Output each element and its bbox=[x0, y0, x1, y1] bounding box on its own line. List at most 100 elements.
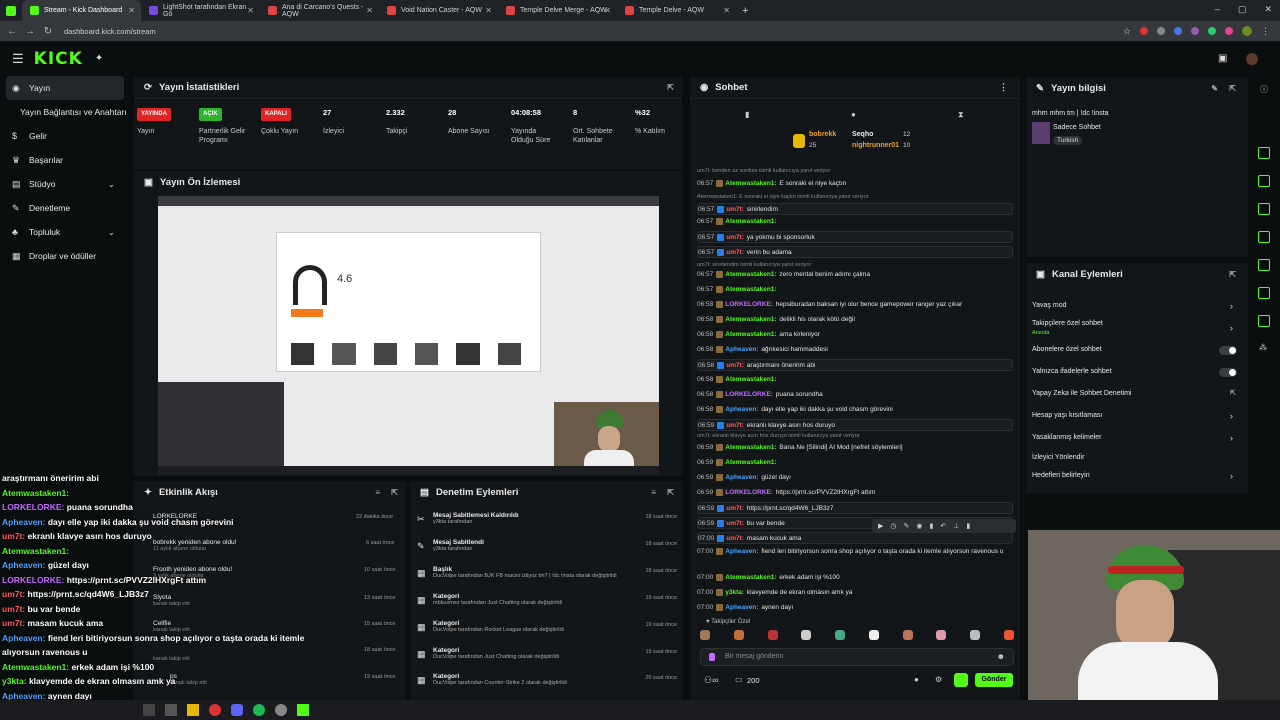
chevron-right-icon[interactable]: › bbox=[1230, 433, 1233, 443]
message-username[interactable]: Apheaven: bbox=[725, 474, 758, 481]
chat-menu-icon[interactable]: ⋮ bbox=[999, 82, 1008, 93]
message-username[interactable]: um7t: bbox=[726, 505, 744, 512]
chat-message[interactable]: 06:59 Atemwastaken1: bbox=[697, 457, 778, 469]
emote-icon[interactable] bbox=[868, 630, 879, 640]
emoji-icon[interactable]: ☻ bbox=[997, 652, 1005, 661]
extension-icon[interactable] bbox=[1191, 27, 1199, 35]
message-username[interactable]: um7t: bbox=[726, 520, 744, 527]
rail-button[interactable] bbox=[1258, 147, 1270, 159]
edit-icon[interactable]: ✎ bbox=[1211, 84, 1218, 93]
play-icon[interactable]: ▶ bbox=[878, 522, 883, 530]
chat-message[interactable]: 06:57 Atemwastaken1: bbox=[697, 284, 778, 296]
extension-icon[interactable] bbox=[1225, 27, 1233, 35]
set-goals-option[interactable]: Hedefleri belirleyin bbox=[1032, 472, 1090, 479]
studio-switch-icon[interactable]: ▣ bbox=[1218, 53, 1227, 64]
close-icon[interactable]: ✕ bbox=[604, 6, 611, 15]
chat-bubble-icon[interactable]: ● bbox=[851, 110, 856, 119]
chevron-right-icon[interactable]: › bbox=[1230, 471, 1233, 481]
popout-icon[interactable]: ⇱ bbox=[1229, 270, 1236, 279]
pin-icon[interactable]: ✦ bbox=[95, 53, 103, 64]
chat-message[interactable]: 06:58 Apheaven: dayı elle yap iki dakka ş… bbox=[697, 404, 893, 416]
extension-icon[interactable] bbox=[1208, 27, 1216, 35]
pin-message-icon[interactable]: ⊥ bbox=[953, 522, 959, 530]
emote-icon[interactable] bbox=[1003, 630, 1014, 640]
undo-icon[interactable]: ↶ bbox=[940, 522, 946, 530]
emote-icon[interactable] bbox=[733, 630, 744, 640]
account-age-option[interactable]: Hesap yaşı kısıtlaması bbox=[1032, 412, 1102, 419]
chevron-right-icon[interactable]: › bbox=[1230, 323, 1233, 333]
message-username[interactable]: Atemwastaken1: bbox=[725, 376, 776, 383]
sidebar-item-gelir[interactable]: $ Gelir bbox=[0, 124, 130, 148]
chat-message[interactable]: 07:00 Apheaven: aynen dayı bbox=[697, 602, 793, 614]
bookmark-star-icon[interactable]: ☆ bbox=[1123, 26, 1131, 37]
message-username[interactable]: um7t: bbox=[726, 206, 744, 213]
message-username[interactable]: Atemwastaken1: bbox=[725, 180, 776, 187]
popout-icon[interactable]: ⇱ bbox=[391, 488, 398, 497]
rail-button[interactable] bbox=[1258, 231, 1270, 243]
browser-tab-aqw-void[interactable]: Void Nation Caster - AQW ✕ bbox=[379, 0, 498, 21]
chat-message[interactable]: 06:59 Apheaven: güzel dayı bbox=[697, 472, 791, 484]
settings-gear-icon[interactable]: ⚙ bbox=[935, 675, 942, 684]
chat-message[interactable]: 07:00 Apheaven: fiend leri bitiriyorsun s… bbox=[697, 547, 1013, 569]
chevron-right-icon[interactable]: › bbox=[1230, 411, 1233, 421]
sidebar-item-basarilar[interactable]: ♛ Başarılar bbox=[0, 148, 130, 172]
new-tab-button[interactable]: + bbox=[742, 5, 748, 17]
browser-tab-lightshot[interactable]: LightShot tarafından Ekran Gö ✕ bbox=[141, 0, 260, 21]
browser-menu-icon[interactable]: ⋮ bbox=[1261, 26, 1270, 37]
rail-button[interactable] bbox=[1258, 203, 1270, 215]
chat-message[interactable]: 06:59 um7t: ekranlı klavye asırı hos duru… bbox=[697, 419, 1013, 431]
back-arrow-icon[interactable]: ← bbox=[6, 26, 18, 37]
chat-reply-context[interactable]: um7t: ekranlı klavye asırı hos duruyo is… bbox=[697, 432, 860, 440]
chevron-right-icon[interactable]: › bbox=[1230, 301, 1233, 311]
node-icon[interactable]: ⁂ bbox=[1259, 343, 1267, 352]
ai-moderation-option[interactable]: Yapay Zeka ile Sohbet Denetimi bbox=[1032, 390, 1131, 397]
chat-message[interactable]: 06:57 Atemwastaken1: bbox=[697, 216, 778, 228]
chat-message[interactable]: 06:58 LORKELORKE: puana sorundha bbox=[697, 389, 823, 401]
message-username[interactable]: um7t: bbox=[726, 535, 744, 542]
emote-icon[interactable] bbox=[902, 630, 913, 640]
close-icon[interactable]: ✕ bbox=[485, 6, 492, 15]
trash-icon[interactable]: ▮ bbox=[929, 522, 933, 530]
chat-reply-context[interactable]: um7t: benden az vurduin isimli kullanıcı… bbox=[697, 167, 830, 175]
chat-bubble-icon[interactable]: ● bbox=[914, 675, 919, 684]
message-username[interactable]: Atemwastaken1: bbox=[725, 574, 776, 581]
kick-app-icon[interactable] bbox=[297, 704, 309, 716]
popout-icon[interactable]: ⇱ bbox=[1229, 84, 1236, 93]
reply-icon[interactable]: ◉ bbox=[916, 522, 922, 530]
message-username[interactable]: Atemwastaken1: bbox=[725, 271, 776, 278]
chat-input-box[interactable]: Bir mesaj gönderin ☻ bbox=[700, 648, 1014, 666]
chat-message[interactable]: 06:57 Atemwastaken1: zero mental benim ad… bbox=[697, 269, 870, 281]
close-window-button[interactable]: ✕ bbox=[1264, 4, 1272, 15]
message-username[interactable]: Apheaven: bbox=[725, 346, 758, 353]
filter-icon[interactable]: ≡ bbox=[375, 488, 380, 497]
chat-message[interactable]: 06:58 Apheaven: ağrıkesici hammaddesi bbox=[697, 344, 828, 356]
chat-message[interactable]: 07:00 um7t: masam kucuk ama bbox=[697, 532, 1013, 544]
discord-icon[interactable] bbox=[231, 704, 243, 716]
hamburger-menu-icon[interactable]: ☰ bbox=[12, 51, 24, 67]
message-username[interactable]: Atemwastaken1: bbox=[725, 459, 776, 466]
chat-message[interactable]: 06:57 um7t: verin bu adama bbox=[697, 246, 1013, 258]
pin-icon[interactable]: ✎ bbox=[904, 522, 910, 530]
message-username[interactable]: um7t: bbox=[726, 234, 744, 241]
chat-reply-context[interactable]: Atemwastaken1: E sonraki ei niye kaçtın … bbox=[697, 193, 869, 201]
hourglass-icon[interactable]: ⧗ bbox=[958, 110, 964, 120]
banned-words-option[interactable]: Yasaklanmış kelimeler bbox=[1032, 434, 1102, 441]
send-button[interactable]: Gönder bbox=[975, 673, 1013, 687]
filter-icon[interactable]: ≡ bbox=[651, 488, 656, 497]
chat-message[interactable]: 06:58 Atemwastaken1: ama kirleniyor bbox=[697, 329, 820, 341]
obs-icon[interactable] bbox=[275, 704, 287, 716]
chat-message[interactable]: 06:58 LORKELORKE: hepsiburadan baksan iyi… bbox=[697, 299, 962, 311]
message-username[interactable]: Apheaven: bbox=[725, 406, 758, 413]
slow-mode-option[interactable]: Yavaş mod bbox=[1032, 302, 1067, 309]
emote-icon[interactable] bbox=[835, 630, 846, 640]
maximize-button[interactable]: ▢ bbox=[1238, 4, 1247, 15]
emote-icon[interactable] bbox=[767, 630, 778, 640]
message-username[interactable]: Apheaven: bbox=[725, 604, 758, 611]
browser-tab-kick[interactable]: Stream - Kick Dashboard ✕ bbox=[22, 0, 141, 21]
sidebar-item-topluluk[interactable]: ♣ Topluluk ⌄ bbox=[0, 220, 130, 244]
chat-message[interactable]: 06:57 um7t: ya yokmu bi sponsorluk bbox=[697, 231, 1013, 243]
stream-preview-video[interactable]: 4.6 bbox=[158, 196, 659, 475]
emote-icon[interactable] bbox=[801, 630, 812, 640]
chat-reply-context[interactable]: um7t: sinirlendim isimli kullanıcıya yan… bbox=[697, 261, 811, 269]
rail-button[interactable] bbox=[1258, 315, 1270, 327]
